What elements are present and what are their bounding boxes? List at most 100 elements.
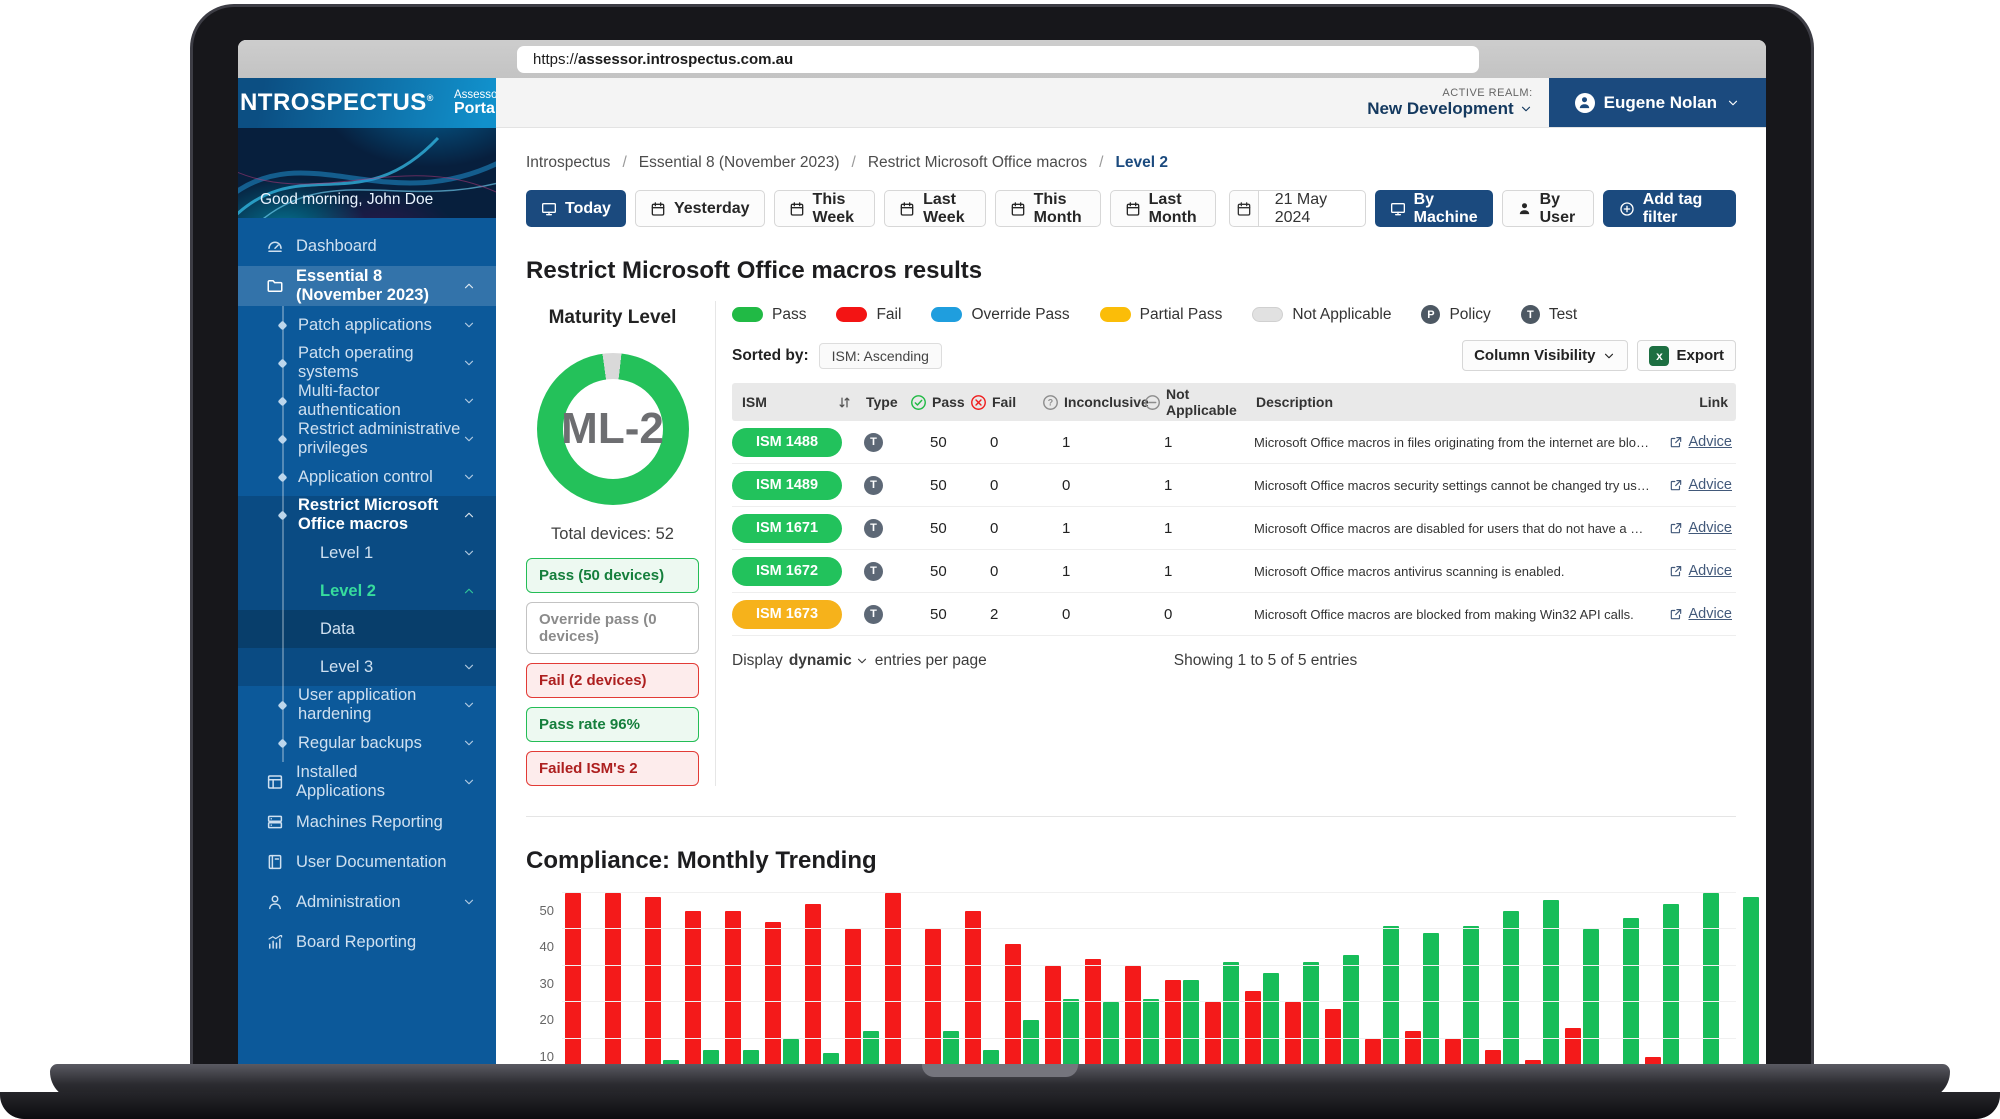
browser-chrome: https://assessor.introspectus.com.au xyxy=(238,40,1766,78)
inconclusive-count: 1 xyxy=(1040,520,1142,537)
legend-swatch-fail xyxy=(836,307,867,322)
sidebar-item-restrict-microsoft-office-macros[interactable]: Restrict Microsoft Office macros xyxy=(238,496,496,534)
gridline-20 xyxy=(562,1001,1736,1002)
legend-label: Fail xyxy=(876,306,901,324)
date-filter-today[interactable]: Today xyxy=(526,190,626,227)
breadcrumb-item-restrict-microsoft-office-macros[interactable]: Restrict Microsoft Office macros xyxy=(868,154,1087,172)
ism-badge[interactable]: ISM 1489 xyxy=(732,471,842,500)
sidebar-item-essential-8-november-2023[interactable]: Essential 8 (November 2023) xyxy=(238,266,496,306)
sidebar-item-user-documentation[interactable]: User Documentation xyxy=(238,842,496,882)
sidebar-item-installed-applications[interactable]: Installed Applications xyxy=(238,762,496,802)
chevron-down-icon xyxy=(462,356,476,370)
date-filter-this-month[interactable]: This Month xyxy=(995,190,1101,227)
bar-pass-day-24 xyxy=(1503,911,1519,1075)
column-header-pass[interactable]: Pass xyxy=(908,394,968,411)
sidebar-item-machines-reporting[interactable]: Machines Reporting xyxy=(238,802,496,842)
advice-link[interactable]: Advice xyxy=(1669,606,1736,622)
add-tag-filter-button[interactable]: Add tag filter xyxy=(1603,190,1736,227)
column-header-type[interactable]: Type xyxy=(864,394,908,410)
export-button[interactable]: x Export xyxy=(1637,340,1736,371)
sidebar-item-patch-operating-systems[interactable]: Patch operating systems xyxy=(238,344,496,382)
bar-fail-day-7 xyxy=(805,904,821,1075)
bar-group-day-29 xyxy=(1682,893,1722,1075)
fail-count: 0 xyxy=(968,520,1040,537)
sidebar-item-level-3[interactable]: Level 3 xyxy=(238,648,496,686)
column-header-link[interactable]: Link xyxy=(1662,394,1736,410)
advice-link[interactable]: Advice xyxy=(1669,434,1736,450)
sidebar-item-level-1[interactable]: Level 1 xyxy=(238,534,496,572)
sidebar-item-user-application-hardening[interactable]: User application hardening xyxy=(238,686,496,724)
url-bar[interactable]: https://assessor.introspectus.com.au xyxy=(517,46,1479,73)
breadcrumb-item-level-2[interactable]: Level 2 xyxy=(1115,154,1168,172)
nav-bullet-icon xyxy=(278,738,288,748)
gridline-30 xyxy=(562,965,1736,966)
ism-cell: ISM 1672 xyxy=(732,557,864,586)
date-filter-last-month[interactable]: Last Month xyxy=(1110,190,1216,227)
date-filter-label: Last Week xyxy=(923,191,971,227)
sort-icon[interactable] xyxy=(837,395,852,410)
column-header-not-applicable[interactable]: Not Applicable xyxy=(1142,386,1254,418)
sidebar-item-multi-factor-authentication[interactable]: Multi-factor authentication xyxy=(238,382,496,420)
bar-pass-day-17 xyxy=(1223,962,1239,1075)
advice-link[interactable]: Advice xyxy=(1669,520,1736,536)
ism-badge[interactable]: ISM 1671 xyxy=(732,514,842,543)
bar-pass-day-16 xyxy=(1183,980,1199,1075)
calendar-icon[interactable] xyxy=(1229,190,1259,227)
ism-badge[interactable]: ISM 1672 xyxy=(732,557,842,586)
breadcrumb-item-essential-8-november-2023[interactable]: Essential 8 (November 2023) xyxy=(639,154,840,172)
na-count: 1 xyxy=(1142,520,1254,537)
column-header-ism[interactable]: ISM xyxy=(732,394,864,410)
date-filter-yesterday[interactable]: Yesterday xyxy=(635,190,765,227)
column-header-fail[interactable]: Fail xyxy=(968,394,1040,411)
user-menu[interactable]: Eugene Nolan xyxy=(1549,78,1766,127)
header-bar: ACTIVE REALM: New Development Eugene Nol… xyxy=(496,78,1766,128)
column-visibility-button[interactable]: Column Visibility xyxy=(1462,340,1628,371)
bar-group-day-5 xyxy=(722,893,762,1075)
entries-per-page-select[interactable]: dynamic xyxy=(789,652,869,670)
test-type-icon: T xyxy=(864,605,883,624)
gridline-10 xyxy=(562,1038,1736,1039)
view-toggle-by-user[interactable]: By User xyxy=(1502,190,1594,227)
url-host: assessor.introspectus.com.au xyxy=(578,51,793,68)
nav-bullet-icon xyxy=(278,472,288,482)
sidebar-item-patch-applications[interactable]: Patch applications xyxy=(238,306,496,344)
sidebar-item-dashboard[interactable]: Dashboard xyxy=(238,226,496,266)
sidebar-item-label: Essential 8 (November 2023) xyxy=(296,267,450,305)
date-picker[interactable]: 21 May 2024 xyxy=(1229,190,1366,227)
view-toggle-by-machine[interactable]: By Machine xyxy=(1375,190,1493,227)
column-header-label: Not Applicable xyxy=(1166,386,1254,418)
display-label: Display xyxy=(732,652,783,670)
total-devices: Total devices: 52 xyxy=(526,525,699,544)
advice-link[interactable]: Advice xyxy=(1669,477,1736,493)
type-cell: T xyxy=(864,476,908,495)
advice-link[interactable]: Advice xyxy=(1669,563,1736,579)
description-text: Microsoft Office macros security setting… xyxy=(1254,478,1662,493)
sorted-by-chip[interactable]: ISM: Ascending xyxy=(819,343,942,369)
logo[interactable]: INTROSPECTUS® Assessor Portal xyxy=(238,78,496,128)
column-header-inconclusive[interactable]: ?Inconclusive xyxy=(1040,394,1142,411)
bar-group-day-13 xyxy=(1042,893,1082,1075)
date-picker-value[interactable]: 21 May 2024 xyxy=(1259,190,1366,227)
bar-fail-day-18 xyxy=(1245,991,1261,1075)
breadcrumb-item-introspectus[interactable]: Introspectus xyxy=(526,154,610,172)
fail-count: 0 xyxy=(968,434,1040,451)
maturity-donut-chart: ML-2 xyxy=(537,353,689,505)
person-icon xyxy=(266,893,284,911)
column-header-description[interactable]: Description xyxy=(1254,394,1662,410)
date-filter-last-week[interactable]: Last Week xyxy=(884,190,986,227)
external-link-icon xyxy=(1669,607,1683,621)
ism-badge[interactable]: ISM 1488 xyxy=(732,428,842,457)
date-filter-this-week[interactable]: This Week xyxy=(774,190,876,227)
sidebar-item-administration[interactable]: Administration xyxy=(238,882,496,922)
sidebar-item-board-reporting[interactable]: Board Reporting xyxy=(238,922,496,962)
sidebar-item-data[interactable]: Data xyxy=(238,610,496,648)
na-count: 1 xyxy=(1142,434,1254,451)
sidebar-item-restrict-administrative-privileges[interactable]: Restrict administrative privileges xyxy=(238,420,496,458)
sidebar-item-application-control[interactable]: Application control xyxy=(238,458,496,496)
monitor-icon xyxy=(541,201,557,217)
sidebar-item-regular-backups[interactable]: Regular backups xyxy=(238,724,496,762)
active-realm-selector[interactable]: ACTIVE REALM: New Development xyxy=(1367,87,1532,119)
sidebar-item-level-2[interactable]: Level 2 xyxy=(238,572,496,610)
ism-badge[interactable]: ISM 1673 xyxy=(732,600,842,629)
chevron-down-icon xyxy=(462,895,476,909)
